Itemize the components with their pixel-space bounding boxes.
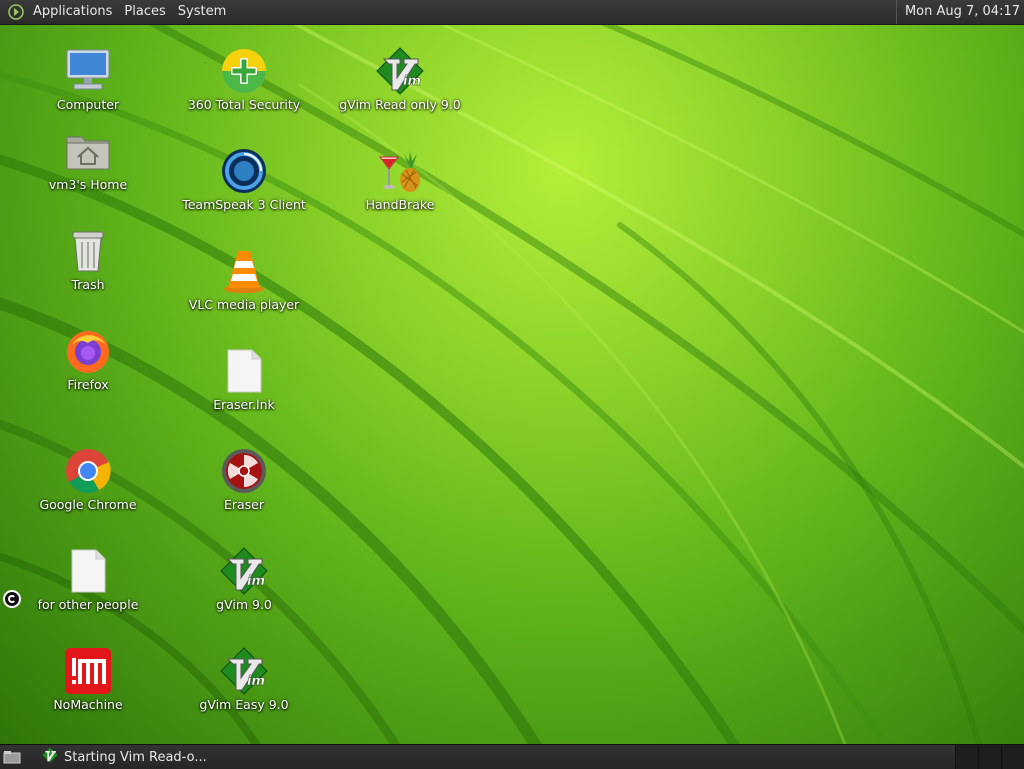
desktop-icon-trash[interactable]: Trash bbox=[23, 227, 153, 319]
taskbar-button-label: Starting Vim Read-o... bbox=[64, 749, 207, 765]
desktop-icon-computer[interactable]: Computer bbox=[23, 47, 153, 139]
file-icon bbox=[64, 547, 112, 595]
workspace-2[interactable] bbox=[978, 745, 1001, 769]
icon-label: Eraser.lnk bbox=[213, 397, 275, 412]
desktop-icon-eraser-lnk[interactable]: Eraser.lnk bbox=[179, 347, 309, 439]
icon-label: HandBrake bbox=[365, 197, 435, 212]
desktop-icon-gvim-readonly[interactable]: im gVim Read only 9.0 bbox=[335, 47, 465, 139]
vim-icon: im bbox=[220, 547, 268, 595]
mate-logo-icon[interactable] bbox=[5, 1, 27, 23]
svg-text:im: im bbox=[247, 574, 265, 589]
handbrake-icon bbox=[376, 147, 424, 195]
clock[interactable]: Mon Aug 7, 04:17 bbox=[895, 0, 1020, 24]
home-folder-icon bbox=[64, 127, 112, 175]
icon-label: Computer bbox=[56, 97, 120, 112]
desktop-icon-handbrake[interactable]: HandBrake bbox=[335, 147, 465, 239]
workspace-1[interactable] bbox=[955, 745, 978, 769]
icon-label: Eraser bbox=[223, 497, 265, 512]
desktop-icon-gvim[interactable]: im gVim 9.0 bbox=[179, 547, 309, 639]
desktop-icon-chrome[interactable]: Google Chrome bbox=[23, 447, 153, 539]
icon-label: TeamSpeak 3 Client bbox=[182, 197, 306, 212]
system-menu[interactable]: System bbox=[172, 0, 232, 24]
icon-label: Firefox bbox=[67, 377, 109, 392]
wallpaper-leaf-lines bbox=[0, 25, 1024, 744]
eraser-icon bbox=[220, 447, 268, 495]
nomachine-icon bbox=[64, 647, 112, 695]
360-security-icon bbox=[220, 47, 268, 95]
trash-icon bbox=[64, 227, 112, 275]
desktop-icon-eraser[interactable]: Eraser bbox=[179, 447, 309, 539]
bottom-panel: Starting Vim Read-o... bbox=[0, 744, 1024, 769]
vlc-cone-icon bbox=[220, 247, 268, 295]
icon-label: vm3's Home bbox=[48, 177, 128, 192]
workspace-3[interactable] bbox=[1001, 745, 1024, 769]
firefox-icon bbox=[64, 327, 112, 375]
applications-menu[interactable]: Applications bbox=[27, 0, 118, 24]
desktop-icon-firefox[interactable]: Firefox bbox=[23, 327, 153, 419]
icon-label: gVim 9.0 bbox=[216, 597, 272, 612]
file-icon bbox=[220, 347, 268, 395]
places-menu[interactable]: Places bbox=[118, 0, 171, 24]
workspace-switcher[interactable] bbox=[955, 745, 1024, 769]
svg-text:im: im bbox=[403, 74, 421, 89]
icon-label: gVim Easy 9.0 bbox=[199, 697, 289, 712]
computer-icon bbox=[64, 47, 112, 95]
vim-icon bbox=[42, 747, 58, 767]
desktop-icon-teamspeak[interactable]: TeamSpeak 3 Client bbox=[179, 147, 309, 239]
desktop-icon-gvim-easy[interactable]: im gVim Easy 9.0 bbox=[179, 647, 309, 739]
icon-label: Google Chrome bbox=[39, 497, 137, 512]
vim-icon: im bbox=[220, 647, 268, 695]
desktop-icon-other-people[interactable]: for other people bbox=[23, 547, 153, 639]
desktop-icon-home[interactable]: vm3's Home bbox=[23, 127, 153, 219]
svg-text:im: im bbox=[247, 674, 265, 689]
icon-label: Trash bbox=[71, 277, 105, 292]
chrome-icon bbox=[64, 447, 112, 495]
taskbar-button-vim[interactable]: Starting Vim Read-o... bbox=[36, 746, 213, 768]
icon-label: VLC media player bbox=[188, 297, 300, 312]
icon-label: NoMachine bbox=[53, 697, 123, 712]
show-desktop-icon[interactable] bbox=[0, 745, 24, 769]
desktop[interactable]: Computer vm3's Home Trash Firefox Google… bbox=[0, 25, 1024, 744]
vim-icon: im bbox=[376, 47, 424, 95]
desktop-icon-nomachine[interactable]: NoMachine bbox=[23, 647, 153, 739]
top-panel: Applications Places System Mon Aug 7, 04… bbox=[0, 0, 1024, 25]
teamspeak-icon bbox=[220, 147, 268, 195]
icon-label: 360 Total Security bbox=[187, 97, 301, 112]
desktop-icon-360-security[interactable]: 360 Total Security bbox=[179, 47, 309, 139]
icon-label: for other people bbox=[37, 597, 139, 612]
desktop-icon-vlc[interactable]: VLC media player bbox=[179, 247, 309, 339]
mouse-cursor-busy-icon bbox=[3, 590, 21, 608]
icon-label: gVim Read only 9.0 bbox=[339, 97, 461, 112]
